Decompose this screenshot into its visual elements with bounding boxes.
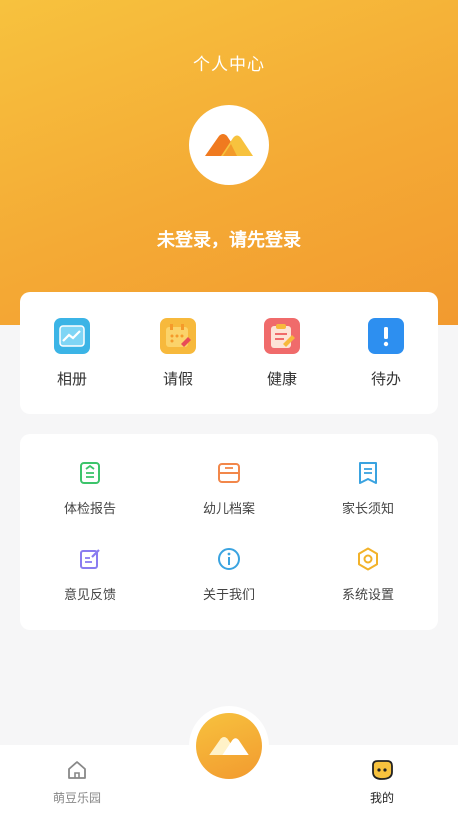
- notice-book-icon: [355, 460, 381, 486]
- quick-item-label: 待办: [370, 370, 401, 388]
- app-logo-icon: [205, 134, 253, 156]
- menu-item-label: 家长须知: [341, 502, 394, 517]
- avatar[interactable]: [189, 105, 269, 185]
- tab-mine-label: 我的: [369, 791, 394, 805]
- menu-item-label: 系统设置: [341, 588, 394, 603]
- quick-item-label: 请假: [162, 370, 193, 388]
- menu-item-physical-report[interactable]: 体检报告: [30, 460, 150, 517]
- todo-alert-icon: [368, 318, 404, 354]
- quick-item-health[interactable]: 健康: [242, 318, 322, 389]
- quick-item-label: 相册: [56, 370, 87, 388]
- menu-item-system-settings[interactable]: 系统设置: [308, 546, 428, 603]
- page-title: 个人中心: [193, 55, 265, 75]
- quick-item-album[interactable]: 相册: [32, 318, 112, 389]
- center-home-button[interactable]: [196, 713, 262, 779]
- profile-header: 个人中心 未登录，请先登录: [0, 0, 458, 325]
- menu-item-feedback[interactable]: 意见反馈: [30, 546, 150, 603]
- tab-home[interactable]: 萌豆乐园: [37, 759, 117, 806]
- quick-item-leave[interactable]: 请假: [138, 318, 218, 389]
- menu-item-about-us[interactable]: 关于我们: [169, 546, 289, 603]
- mine-face-icon: [372, 760, 393, 780]
- home-icon: [68, 761, 86, 779]
- menu-item-label: 体检报告: [63, 502, 116, 517]
- health-clipboard-icon: [264, 318, 300, 354]
- login-prompt[interactable]: 未登录，请先登录: [0, 226, 458, 252]
- settings-gear-icon: [355, 546, 381, 572]
- menu-item-label: 幼儿档案: [202, 502, 255, 517]
- quick-actions-card: 相册 请假 健康 待办: [20, 292, 438, 414]
- tab-home-label: 萌豆乐园: [52, 791, 101, 805]
- leave-calendar-icon: [160, 318, 196, 354]
- menu-item-child-archive[interactable]: 幼儿档案: [169, 460, 289, 517]
- archive-icon: [216, 460, 242, 486]
- menu-item-label: 关于我们: [202, 588, 255, 603]
- report-icon: [77, 460, 103, 486]
- app-logo-icon: [209, 736, 249, 756]
- menu-item-label: 意见反馈: [63, 588, 116, 603]
- menu-item-parent-notice[interactable]: 家长须知: [308, 460, 428, 517]
- info-icon: [216, 546, 242, 572]
- quick-item-todo[interactable]: 待办: [346, 318, 426, 389]
- feedback-icon: [77, 546, 103, 572]
- photo-album-icon: [54, 318, 90, 354]
- tab-mine[interactable]: 我的: [342, 759, 422, 806]
- quick-item-label: 健康: [266, 370, 297, 388]
- menu-card: 体检报告 幼儿档案 家长须知 意见反馈 关于我们 系统设置: [20, 434, 438, 630]
